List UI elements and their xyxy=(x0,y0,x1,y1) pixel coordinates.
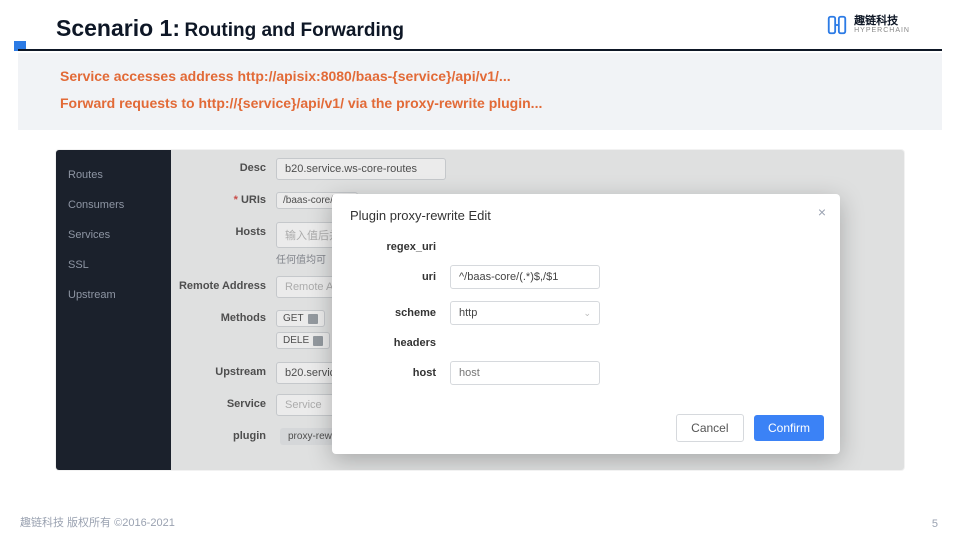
info-line-2: Forward requests to http://{service}/api… xyxy=(60,90,900,117)
uri-label: uri xyxy=(350,271,450,283)
plugin-edit-modal: Plugin proxy-rewrite Edit × regex_uri ur… xyxy=(332,194,840,454)
scheme-select[interactable]: http⌄ xyxy=(450,301,600,325)
chevron-down-icon: ⌄ xyxy=(583,308,591,319)
divider xyxy=(18,49,942,51)
host-input[interactable] xyxy=(450,361,600,385)
info-line-1: Service accesses address http://apisix:8… xyxy=(60,63,900,90)
info-box: Service accesses address http://apisix:8… xyxy=(18,53,942,130)
page-title: Scenario 1: Routing and Forwarding xyxy=(56,15,404,42)
page-number: 5 xyxy=(932,518,938,530)
screenshot-panel: Routes Consumers Services SSL Upstream D… xyxy=(56,150,904,470)
scheme-label: scheme xyxy=(350,307,450,319)
host-label: host xyxy=(350,367,450,379)
modal-title: Plugin proxy-rewrite Edit xyxy=(350,208,822,223)
close-icon[interactable]: × xyxy=(818,204,826,220)
title-main: Scenario 1: xyxy=(56,15,180,41)
footer-copyright: 趣链科技 版权所有 ©2016-2021 xyxy=(20,514,175,530)
uri-input[interactable] xyxy=(450,265,600,289)
logo: 趣链科技 HYPERCHAIN xyxy=(826,14,910,36)
title-sub: Routing and Forwarding xyxy=(184,20,404,41)
regex-uri-label: regex_uri xyxy=(350,241,450,253)
logo-text: 趣链科技 xyxy=(854,16,910,27)
logo-subtext: HYPERCHAIN xyxy=(854,27,910,34)
headers-label: headers xyxy=(350,337,450,349)
hyperchain-icon xyxy=(826,14,848,36)
confirm-button[interactable]: Confirm xyxy=(754,415,824,441)
cancel-button[interactable]: Cancel xyxy=(676,414,743,442)
